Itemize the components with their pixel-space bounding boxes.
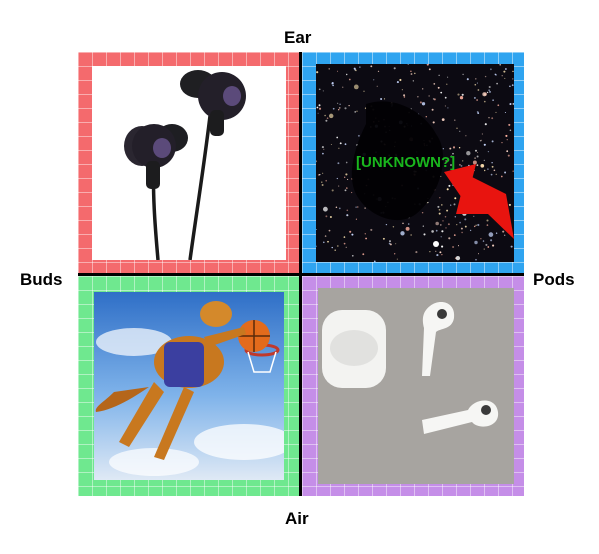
earbuds-image (92, 66, 286, 260)
quadrant-top-left (78, 52, 300, 274)
axis-label-right: Pods (533, 270, 575, 289)
unknown-annotation: [UNKNOWN?] (356, 154, 456, 171)
quadrant-bottom-left (78, 276, 300, 496)
axis-label-left: Buds (20, 270, 63, 289)
axis-label-bottom: Air (285, 509, 309, 528)
quadrant-top-right: [UNKNOWN?] (302, 52, 524, 274)
starfield-image: [UNKNOWN?] (316, 64, 514, 262)
horizontal-axis-line (78, 273, 524, 276)
dog-basketball-image (94, 292, 284, 480)
quadrant-bottom-right (302, 276, 524, 496)
white-earbuds-image (318, 288, 514, 484)
axis-label-top: Ear (284, 28, 312, 47)
